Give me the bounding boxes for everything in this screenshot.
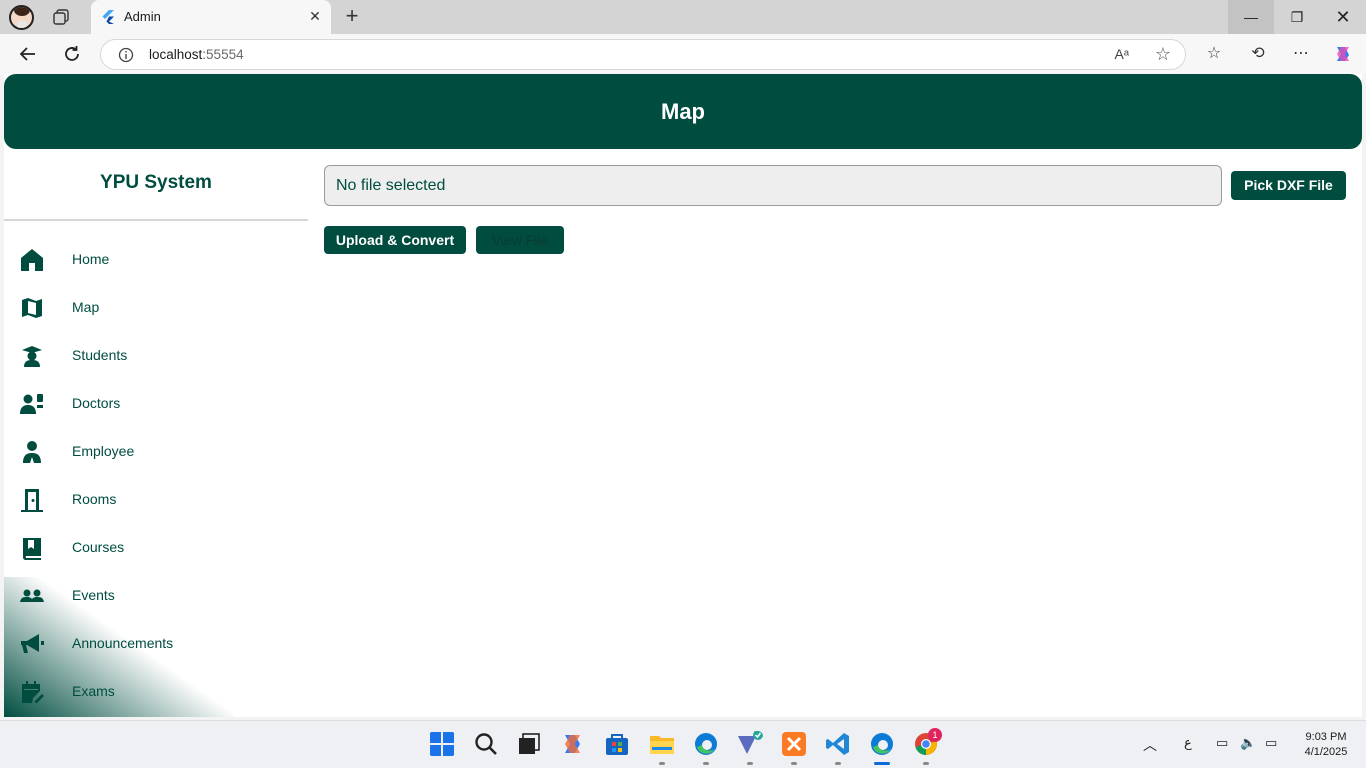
- favorites-icon[interactable]: ☆: [1203, 43, 1225, 65]
- sidebar-item-label: Announcements: [72, 635, 174, 651]
- student-icon: [19, 343, 45, 369]
- brand-title: YPU System: [100, 172, 212, 193]
- battery-icon[interactable]: ▭: [1265, 735, 1277, 751]
- tab-close-icon[interactable]: ✕: [307, 8, 323, 24]
- calendar-edit-icon: [19, 679, 45, 705]
- pick-dxf-button[interactable]: Pick DXF File: [1231, 171, 1346, 200]
- home-icon: [19, 247, 45, 273]
- upload-convert-button[interactable]: Upload & Convert: [324, 226, 466, 254]
- sidebar-item-label: Employee: [72, 443, 135, 459]
- sidebar: YPU System Home Map Students Doctors Emp…: [4, 149, 308, 717]
- new-tab-button[interactable]: +: [342, 5, 362, 27]
- sidebar-item-label: Courses: [72, 539, 125, 555]
- door-icon: [19, 487, 45, 513]
- sidebar-item-rooms[interactable]: Rooms: [4, 477, 308, 521]
- edge-icon[interactable]: [693, 731, 719, 757]
- app-window: Map YPU System Home Map Students Doctors…: [4, 74, 1362, 717]
- sidebar-item-exams[interactable]: Exams: [4, 669, 308, 713]
- map-icon: [19, 295, 45, 321]
- active-indicator: [874, 762, 890, 765]
- read-aloud-icon[interactable]: Aᵃ: [1114, 46, 1129, 62]
- store-icon[interactable]: [604, 731, 630, 757]
- vscode-icon[interactable]: [825, 731, 851, 757]
- favorite-star-icon[interactable]: ☆: [1155, 44, 1171, 65]
- profile-avatar[interactable]: [9, 5, 34, 30]
- running-indicator: [835, 762, 841, 765]
- system-clock[interactable]: 9:03 PM 4/1/2025: [1296, 730, 1356, 760]
- sidebar-item-events[interactable]: Events: [4, 573, 308, 617]
- running-indicator: [703, 762, 709, 765]
- sidebar-item-employee[interactable]: Employee: [4, 429, 308, 473]
- sidebar-item-announcements[interactable]: Announcements: [4, 621, 308, 665]
- book-icon: [19, 535, 45, 561]
- info-icon[interactable]: [118, 47, 134, 63]
- running-indicator: [659, 762, 665, 765]
- sidebar-item-label: Events: [72, 587, 115, 603]
- running-indicator: [923, 762, 929, 765]
- doctors-icon: [19, 391, 45, 417]
- sidebar-divider: [4, 219, 308, 221]
- address-bar[interactable]: localhost:55554 Aᵃ ☆: [100, 39, 1186, 70]
- employee-icon: [19, 439, 45, 465]
- tab-title: Admin: [124, 9, 161, 24]
- input-language[interactable]: ع: [1184, 735, 1192, 751]
- copilot-taskbar-icon[interactable]: [560, 731, 586, 757]
- sidebar-item-label: Students: [72, 347, 128, 363]
- close-window-button[interactable]: ✕: [1320, 0, 1366, 34]
- sidebar-item-label: Doctors: [72, 395, 121, 411]
- sidebar-item-label: Rooms: [72, 491, 117, 507]
- edge-active-icon[interactable]: [869, 731, 895, 757]
- network-icon[interactable]: ▭: [1216, 735, 1228, 751]
- taskbar: 1 ︿ ع ▭ 🔈 ▭ 9:03 PM 4/1/2025: [0, 720, 1366, 768]
- clock-date: 4/1/2025: [1304, 746, 1348, 758]
- more-menu-icon[interactable]: ⋯: [1290, 43, 1312, 65]
- chevron-up-icon[interactable]: ︿: [1143, 735, 1157, 755]
- flutter-icon: [102, 10, 114, 24]
- browser-tab-bar: Admin ✕ + — ❐ ✕: [0, 0, 1366, 34]
- sidebar-item-label: Exams: [72, 683, 115, 699]
- app-bar: Map: [4, 74, 1362, 149]
- copilot-icon[interactable]: [1332, 43, 1354, 65]
- vpn-app-icon[interactable]: [737, 731, 763, 757]
- sidebar-item-courses[interactable]: Courses: [4, 525, 308, 569]
- xampp-icon[interactable]: [781, 731, 807, 757]
- search-icon[interactable]: [473, 731, 499, 757]
- notification-badge: 1: [928, 728, 942, 742]
- sidebar-item-map[interactable]: Map: [4, 285, 308, 329]
- page-title: Map: [661, 99, 705, 124]
- workspaces-icon[interactable]: [52, 8, 70, 26]
- selected-file-text: No file selected: [336, 177, 446, 194]
- sidebar-item-students[interactable]: Students: [4, 333, 308, 377]
- minimize-button[interactable]: —: [1228, 0, 1274, 34]
- people-icon: [19, 583, 45, 609]
- view-file-button[interactable]: View File: [476, 226, 564, 254]
- running-indicator: [747, 762, 753, 765]
- back-button[interactable]: [17, 43, 39, 65]
- browser-tab-active[interactable]: Admin ✕: [91, 0, 331, 34]
- start-icon[interactable]: [429, 731, 455, 757]
- sidebar-item-label: Home: [72, 251, 110, 267]
- history-icon[interactable]: ⟲: [1247, 43, 1269, 65]
- task-view-icon[interactable]: [516, 731, 542, 757]
- megaphone-icon: [19, 631, 45, 657]
- restore-button[interactable]: ❐: [1274, 0, 1320, 34]
- sidebar-item-doctors[interactable]: Doctors: [4, 381, 308, 425]
- browser-toolbar: localhost:55554 Aᵃ ☆ ☆ ⟲ ⋯: [0, 34, 1366, 74]
- main-content: No file selected Pick DXF File Upload & …: [308, 149, 1362, 717]
- refresh-button[interactable]: [61, 43, 83, 65]
- selected-file-field: No file selected: [324, 165, 1222, 206]
- file-explorer-icon[interactable]: [649, 731, 675, 757]
- volume-icon[interactable]: 🔈: [1240, 735, 1256, 751]
- sidebar-item-home[interactable]: Home: [4, 237, 308, 281]
- clock-time: 9:03 PM: [1305, 731, 1347, 743]
- running-indicator: [791, 762, 797, 765]
- url-text: localhost:55554: [149, 47, 244, 62]
- sidebar-item-label: Map: [72, 299, 100, 315]
